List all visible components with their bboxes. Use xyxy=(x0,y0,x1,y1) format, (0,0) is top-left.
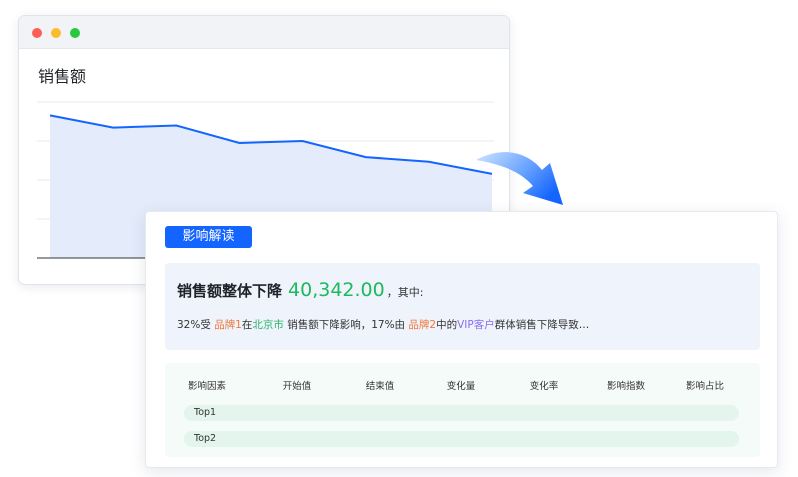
header-start-value: 开始值 xyxy=(282,381,312,392)
table-row[interactable]: Top2 xyxy=(184,431,739,447)
header-impact-share: 影响占比 xyxy=(685,381,725,392)
detail-text-5: 群体销售下降导致… xyxy=(494,319,590,331)
impact-table: 影响因素 开始值 结束值 变化量 变化率 影响指数 影响占比 Top1 Top2 xyxy=(165,363,760,457)
brand2-link[interactable]: 品牌2 xyxy=(408,319,436,331)
summary-title: 销售额整体下降 xyxy=(177,282,283,300)
summary-tail: ，其中: xyxy=(386,286,424,299)
analysis-card: 影响解读 销售额整体下降 40,342.00 ，其中: 32%受 品牌1在北京市 销… xyxy=(145,211,778,468)
header-change-rate: 变化率 xyxy=(529,381,559,392)
header-impact-index: 影响指数 xyxy=(606,381,646,392)
brand1-link[interactable]: 品牌1 xyxy=(214,319,242,331)
header-factor: 影响因素 xyxy=(187,381,227,392)
summary-detail: 32%受 品牌1在北京市 销售额下降影响，17%由 品牌2中的VIP客户群体销售… xyxy=(177,317,589,332)
city-link[interactable]: 北京市 xyxy=(252,319,284,331)
summary-headline: 销售额整体下降 40,342.00 ，其中: xyxy=(177,279,423,301)
vip-link[interactable]: VIP客户 xyxy=(457,319,495,331)
header-change-amount: 变化量 xyxy=(446,381,476,392)
header-end-value: 结束值 xyxy=(365,381,395,392)
arrow-icon xyxy=(476,152,563,205)
impact-analysis-tag[interactable]: 影响解读 xyxy=(165,226,252,248)
detail-text-1: 32%受 xyxy=(177,319,215,331)
summary-value: 40,342.00 xyxy=(288,279,385,301)
table-row[interactable]: Top1 xyxy=(184,405,739,421)
detail-text-2: 在 xyxy=(241,319,253,331)
summary-panel: 销售额整体下降 40,342.00 ，其中: 32%受 品牌1在北京市 销售额下降影… xyxy=(165,263,760,350)
detail-text-3: 销售额下降影响，17%由 xyxy=(283,319,409,331)
detail-text-4: 中的 xyxy=(436,319,458,331)
